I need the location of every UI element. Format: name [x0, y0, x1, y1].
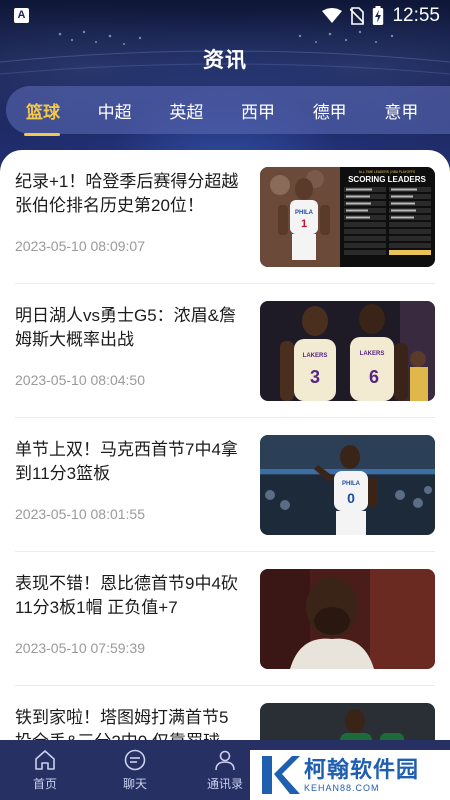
news-item[interactable]: 明日湖人vs勇士G5：浓眉&詹姆斯大概率出战 2023-05-10 08:04:…	[15, 284, 435, 418]
thumb-team-text: LAKERS	[303, 353, 328, 359]
contacts-icon	[215, 750, 235, 770]
home-icon	[35, 749, 55, 770]
thumb-jersey-text: PHILA	[342, 481, 361, 487]
news-item[interactable]: 铁到家啦！塔图姆打满首节5投全丢&三分2中0 仅靠罚球	[15, 686, 435, 740]
tab-basketball[interactable]: 篮球	[20, 98, 92, 136]
nav-contacts-label: 通讯录	[206, 776, 243, 791]
watermark-url: KEHAN88.COM	[304, 783, 380, 793]
watermark: 柯翰软件园 KEHAN88.COM	[250, 750, 450, 800]
thumb-number: 0	[347, 490, 355, 506]
news-thumbnail: LAKERS 3 LAKERS 6	[260, 301, 435, 401]
svg-text:LAKERS: LAKERS	[360, 351, 385, 357]
tab-csl[interactable]: 中超	[92, 98, 164, 123]
nav-chat[interactable]: 聊天	[90, 740, 180, 800]
news-thumbnail	[260, 569, 435, 669]
svg-text:1: 1	[301, 218, 307, 230]
news-thumbnail: PHILA 0	[260, 435, 435, 535]
wifi-icon	[322, 8, 343, 23]
page-title: 资讯	[203, 49, 247, 72]
news-item[interactable]: 单节上双！马克西首节7中4拿到11分3篮板 2023-05-10 08:01:5…	[15, 418, 435, 552]
status-bar: A 12:55	[0, 0, 450, 32]
thumb-number-a: 3	[310, 367, 320, 387]
thumb-banner: SCORING LEADERS	[348, 175, 426, 184]
news-title: 单节上双！马克西首节7中4拿到11分3篮板	[15, 440, 238, 483]
thumb-jersey-text: PHILA	[295, 210, 314, 216]
news-title: 纪录+1！哈登季后赛得分超越张伯伦排名历史第20位！	[15, 172, 239, 215]
news-time: 2023-05-10 08:04:50	[15, 372, 145, 388]
clock: 12:55	[392, 5, 440, 26]
app-notification-icon: A	[14, 8, 29, 23]
battery-charging-icon	[373, 6, 384, 25]
news-thumbnail	[260, 703, 435, 740]
watermark-text: 柯翰软件园	[304, 757, 420, 782]
news-title: 表现不错！恩比德首节9中4砍11分3板1帽 正负值+7	[15, 574, 238, 617]
no-sim-icon	[350, 7, 365, 25]
nav-home-label: 首页	[32, 776, 57, 791]
thumb-number-b: 6	[369, 367, 379, 387]
nav-home[interactable]: 首页	[0, 740, 90, 800]
tab-serie-a[interactable]: 意甲	[378, 98, 450, 123]
thumb-subtitle: ALL-TIME LEADERS | NBA PLAYOFFS	[359, 170, 415, 174]
news-item[interactable]: 纪录+1！哈登季后赛得分超越张伯伦排名历史第20位！ 2023-05-10 08…	[15, 150, 435, 284]
tab-la-liga[interactable]: 西甲	[235, 98, 307, 123]
chat-icon	[124, 749, 146, 770]
tab-bundesliga[interactable]: 德甲	[307, 98, 379, 123]
news-title: 铁到家啦！塔图姆打满首节5投全丢&三分2中0 仅靠罚球	[15, 708, 229, 740]
nav-chat-label: 聊天	[122, 776, 147, 791]
news-item[interactable]: 表现不错！恩比德首节9中4砍11分3板1帽 正负值+7 2023-05-10 0…	[15, 552, 435, 686]
news-time: 2023-05-10 08:01:55	[15, 506, 145, 522]
news-title: 明日湖人vs勇士G5：浓眉&詹姆斯大概率出战	[15, 306, 237, 349]
news-thumbnail: PHILA 1 ALL-TIME LEADERS | NBA PLAYOFFS …	[260, 167, 435, 267]
news-time: 2023-05-10 08:09:07	[15, 238, 145, 254]
news-list: 纪录+1！哈登季后赛得分超越张伯伦排名历史第20位！ 2023-05-10 08…	[0, 150, 450, 740]
news-time: 2023-05-10 07:59:39	[15, 640, 145, 656]
watermark-logo-icon	[262, 756, 300, 794]
tab-premier-league[interactable]: 英超	[163, 98, 235, 123]
category-tabs: 篮球 中超 英超 西甲 德甲 意甲	[6, 86, 450, 136]
